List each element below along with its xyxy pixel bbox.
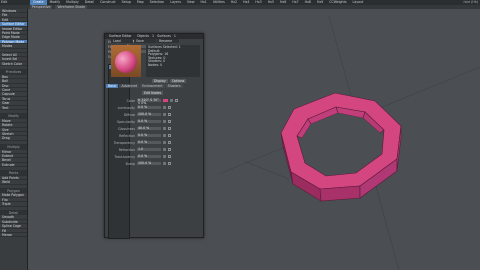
property-value-field[interactable]: 40.0 % (137, 126, 161, 131)
property-value-field[interactable]: 0.0 % (137, 154, 161, 159)
property-label: Reflection (119, 133, 135, 138)
file-button-save[interactable]: Save (134, 39, 156, 43)
property-label: Diffuse (123, 112, 135, 117)
file-buttons: Load Save Rename (111, 39, 179, 43)
objects-value: 1 (152, 34, 155, 38)
envelope-button[interactable] (163, 106, 166, 109)
property-row: Glossiness 40.0 % (111, 125, 203, 132)
edit-nodes-button[interactable]: Edit Nodes (142, 91, 164, 95)
texture-button[interactable] (168, 134, 171, 137)
property-row: Specularity 0.0 % (111, 118, 203, 125)
property-row: Transparency 0.0 % (111, 139, 203, 146)
property-value-field[interactable]: 0.0 % (137, 133, 161, 138)
surfaces-label: Surfaces (157, 34, 171, 38)
envelope-button[interactable] (163, 127, 166, 130)
property-row: Bump 100.0 % (111, 160, 203, 167)
viewport-canvas (218, 15, 480, 270)
surface-tabs: Basic Advanced Environment Shaders (106, 84, 183, 88)
tool-sidebar: Windows File Edit Surface Editor Image Edito… (0, 9, 28, 270)
property-value-field[interactable]: H 320° S 70° V 0% (137, 98, 161, 105)
property-row: Luminosity 0.0 % (111, 104, 203, 111)
file-button-rename[interactable]: Rename (157, 39, 179, 43)
envelope-button[interactable] (163, 148, 166, 151)
property-row: Color H 320° S 70° V 0% (111, 97, 203, 105)
texture-button[interactable] (168, 127, 171, 130)
property-row: Diffuse 100.0 % (111, 111, 203, 118)
envelope-button[interactable] (163, 155, 166, 158)
objects-label: Objects (137, 34, 150, 38)
property-label: Translucency (114, 154, 135, 159)
property-row: Reflection 0.0 % (111, 132, 203, 139)
surface-preview (111, 45, 141, 77)
envelope-button[interactable] (163, 120, 166, 123)
tab-shaders[interactable]: Shaders (165, 84, 183, 88)
surfaces-value: 1 (173, 34, 176, 38)
property-value-field[interactable]: 100.0 % (137, 112, 161, 117)
texture-button[interactable] (168, 162, 171, 165)
viewport-3d[interactable] (29, 9, 480, 270)
color-swatch[interactable] (163, 98, 168, 103)
texture-button[interactable] (175, 99, 178, 102)
sidebar-item-merge[interactable]: Merge (0, 233, 27, 238)
objects-row: Objects 1 Surfaces 1 (135, 34, 176, 38)
property-value-field[interactable]: 1.0 (137, 147, 161, 152)
tab-environment[interactable]: Environment (140, 84, 165, 88)
envelope-button[interactable] (170, 99, 173, 102)
texture-button[interactable] (168, 148, 171, 151)
preview-sphere-icon (115, 51, 137, 73)
property-label: Glossiness (118, 126, 135, 131)
property-row: Refraction 1.0 (111, 146, 203, 153)
options-button[interactable]: Options (170, 79, 187, 83)
property-value-field[interactable]: 0.0 % (137, 105, 161, 110)
envelope-button[interactable] (163, 134, 166, 137)
info-line: Nodes: 0 (148, 62, 163, 67)
property-label: Specularity (117, 119, 135, 124)
property-label: Transparency (113, 140, 135, 145)
texture-button[interactable] (168, 155, 171, 158)
texture-button[interactable] (168, 141, 171, 144)
tab-advanced[interactable]: Advanced (119, 84, 140, 88)
property-label: Luminosity (117, 105, 135, 110)
octagon-ring-model[interactable] (280, 92, 402, 202)
property-label: Bump (125, 161, 135, 166)
property-value-field[interactable]: 100.0 % (137, 161, 161, 166)
surface-info: Surfaces Selected: 1 Default Polygons: 16 T… (146, 45, 200, 77)
envelope-button[interactable] (163, 141, 166, 144)
envelope-button[interactable] (163, 113, 166, 116)
file-button-load[interactable]: Load (111, 39, 133, 43)
texture-button[interactable] (168, 106, 171, 109)
surface-properties: Color H 320° S 70° V 0% Luminosity 0.0 % Dif… (111, 97, 203, 167)
property-label: Color (126, 98, 135, 103)
property-value-field[interactable]: 0.0 % (137, 119, 161, 124)
property-row: Translucency 0.0 % (111, 153, 203, 160)
tab-basic[interactable]: Basic (106, 84, 119, 88)
display-button[interactable]: Display (152, 79, 168, 83)
texture-button[interactable] (168, 113, 171, 116)
property-value-field[interactable]: 0.0 % (137, 140, 161, 145)
texture-button[interactable] (168, 120, 171, 123)
envelope-button[interactable] (163, 162, 166, 165)
property-label: Refraction (118, 147, 135, 152)
